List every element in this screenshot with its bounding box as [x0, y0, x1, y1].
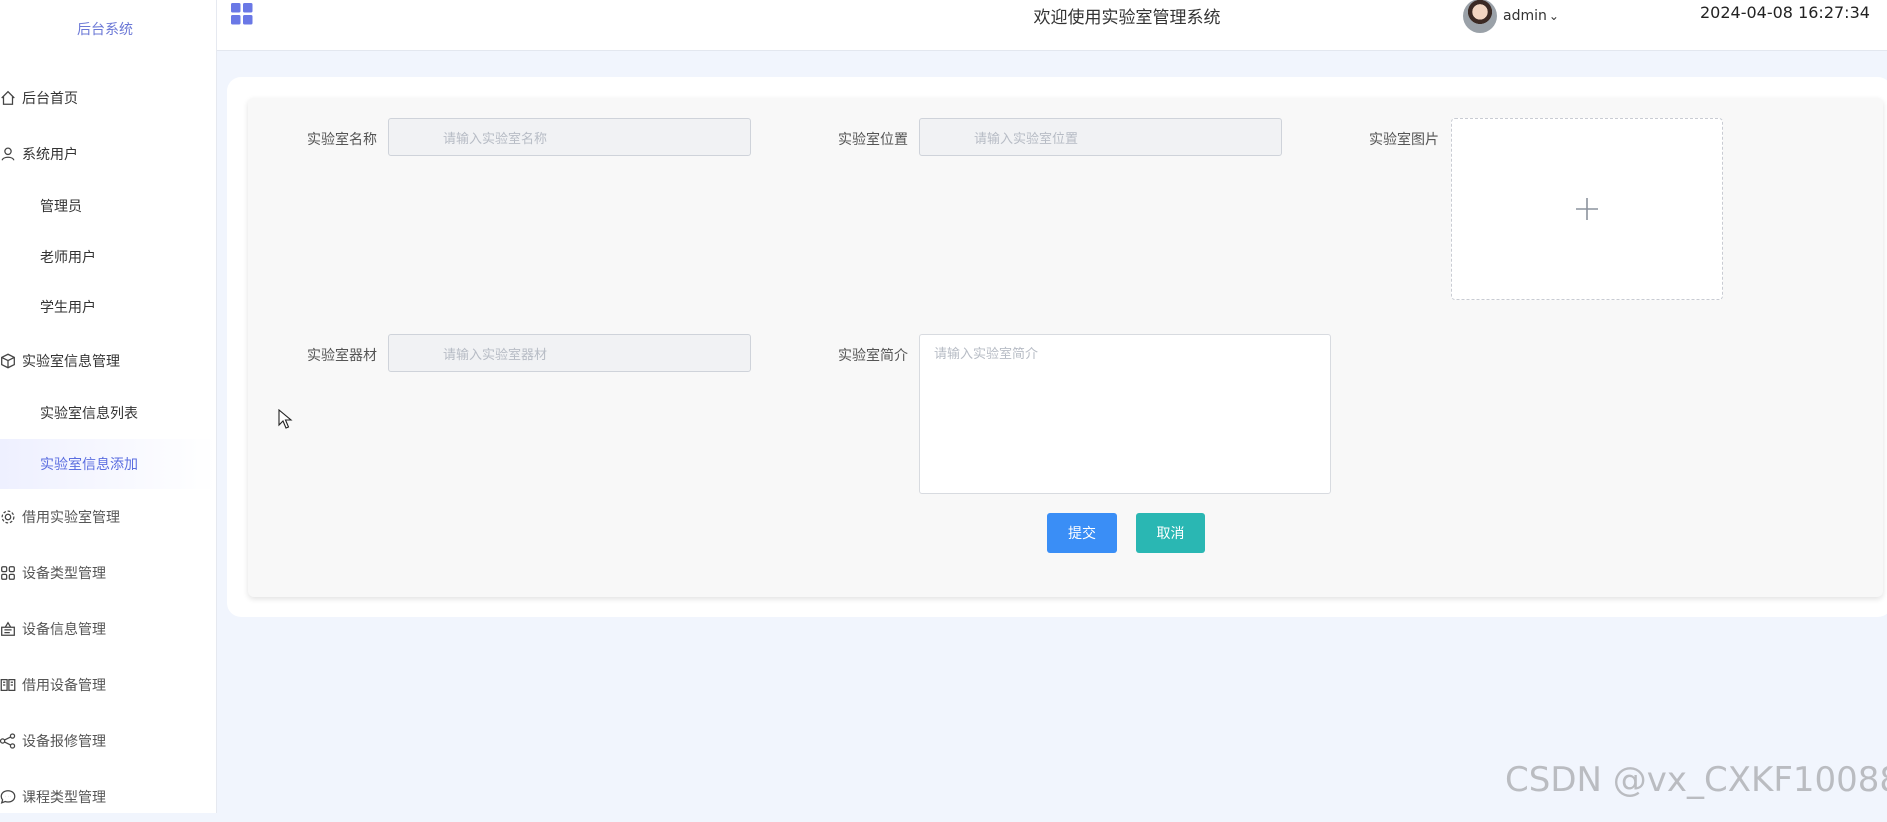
location-placeholder: 请输入实验室位置 — [974, 131, 1079, 147]
list-icon — [0, 619, 18, 639]
cancel-button[interactable]: 取消 — [1136, 513, 1205, 553]
gear-icon — [0, 507, 18, 527]
cube-icon — [0, 351, 18, 371]
plus-icon — [1576, 198, 1598, 220]
sidebar-item-label: 实验室信息添加 — [40, 457, 138, 473]
sidebar-item-lab-info[interactable]: 实验室信息管理 — [0, 336, 216, 386]
intro-placeholder: 请输入实验室简介 — [934, 347, 1039, 362]
location-label: 实验室位置 — [838, 132, 908, 148]
sidebar-item-lab-borrow[interactable]: 借用实验室管理 — [0, 492, 216, 542]
sidebar-item-label: 设备报修管理 — [22, 734, 106, 750]
book-icon — [0, 675, 18, 695]
user-icon — [0, 144, 18, 164]
intro-textarea[interactable]: 请输入实验室简介 — [919, 334, 1331, 494]
datetime: 2024-04-08 16:27:34 — [1700, 3, 1870, 22]
grid-icon — [0, 563, 18, 583]
sidebar-item-admin[interactable]: 管理员 — [0, 181, 216, 231]
sidebar-item-device-borrow[interactable]: 借用设备管理 — [0, 660, 216, 710]
intro-label: 实验室简介 — [838, 348, 908, 364]
sidebar-item-label: 设备信息管理 — [22, 622, 106, 638]
sidebar-item-label: 课程类型管理 — [22, 790, 106, 806]
sidebar-item-lab-add[interactable]: 实验室信息添加 — [0, 439, 216, 489]
menu-toggle-icon[interactable] — [231, 3, 253, 25]
chat-icon — [0, 787, 18, 807]
sidebar-item-home[interactable]: 后台首页 — [0, 73, 216, 123]
user-menu[interactable]: admin ⌄ — [1463, 0, 1559, 33]
name-input[interactable]: 请输入实验室名称 — [388, 118, 751, 156]
sidebar-item-label: 设备类型管理 — [22, 566, 106, 582]
image-label: 实验室图片 — [1369, 132, 1439, 148]
sidebar-item-label: 老师用户 — [40, 250, 96, 266]
sidebar-item-label: 学生用户 — [40, 300, 96, 316]
sidebar-item-label: 借用实验室管理 — [22, 510, 120, 526]
sidebar-item-teachers[interactable]: 老师用户 — [0, 232, 216, 282]
mouse-cursor-icon — [278, 409, 293, 429]
sidebar-item-label: 实验室信息管理 — [22, 354, 120, 370]
avatar — [1463, 0, 1497, 33]
sidebar-item-label: 系统用户 — [22, 147, 78, 163]
home-icon — [0, 88, 18, 108]
location-input[interactable]: 请输入实验室位置 — [919, 118, 1282, 156]
username: admin — [1503, 8, 1547, 24]
equipment-placeholder: 请输入实验室器材 — [443, 347, 548, 363]
page-title: 欢迎使用实验室管理系统 — [1033, 8, 1221, 28]
sidebar-item-repair[interactable]: 设备报修管理 — [0, 716, 216, 766]
equipment-label: 实验室器材 — [307, 348, 377, 364]
brand-title: 后台系统 — [77, 22, 133, 38]
name-label: 实验室名称 — [307, 132, 377, 148]
sidebar-item-label: 管理员 — [40, 199, 82, 215]
sidebar-item-device-info[interactable]: 设备信息管理 — [0, 604, 216, 654]
sidebar-item-label: 借用设备管理 — [22, 678, 106, 694]
sidebar-item-lab-list[interactable]: 实验室信息列表 — [0, 388, 216, 438]
name-placeholder: 请输入实验室名称 — [443, 131, 548, 147]
watermark: CSDN @vx_CXKF10088 — [1505, 760, 1887, 800]
sidebar-item-label: 后台首页 — [22, 91, 78, 107]
sidebar-item-students[interactable]: 学生用户 — [0, 282, 216, 332]
chevron-down-icon: ⌄ — [1548, 9, 1559, 23]
sidebar-item-course-types[interactable]: 课程类型管理 — [0, 772, 216, 822]
sidebar: 后台系统 后台首页 系统用户 管理员 老师用户 学生用户 实验室信息管理 实验室… — [0, 0, 217, 813]
share-icon — [0, 731, 18, 751]
submit-button[interactable]: 提交 — [1047, 513, 1117, 553]
sidebar-item-system-users[interactable]: 系统用户 — [0, 129, 216, 179]
sidebar-item-label: 实验室信息列表 — [40, 406, 138, 422]
image-upload[interactable] — [1451, 118, 1723, 300]
equipment-input[interactable]: 请输入实验室器材 — [388, 334, 751, 372]
topbar: 欢迎使用实验室管理系统 admin ⌄ 2024-04-08 16:27:34 — [217, 0, 1887, 51]
sidebar-item-device-types[interactable]: 设备类型管理 — [0, 548, 216, 598]
